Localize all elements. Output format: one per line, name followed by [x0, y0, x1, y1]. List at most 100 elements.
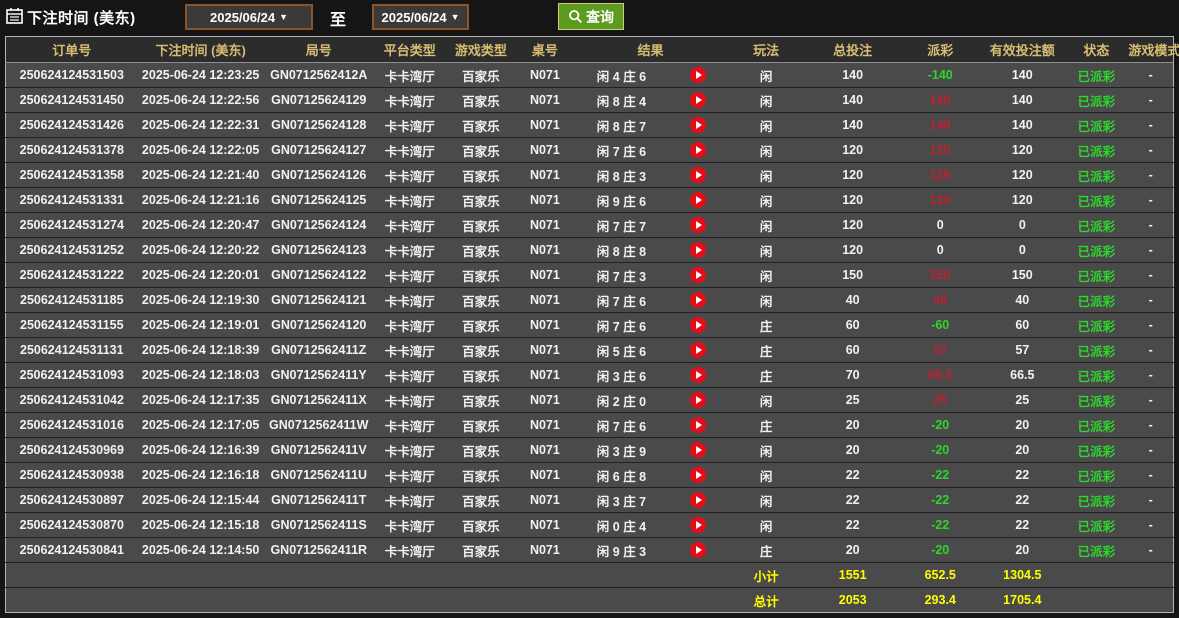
play-icon[interactable]: [690, 392, 707, 408]
game-type-cell: 百家乐: [445, 312, 516, 338]
bet-time-cell: 2025-06-24 12:15:44: [137, 487, 264, 513]
column-header-total_bet: 总投注: [805, 36, 901, 63]
game-type-cell: 百家乐: [445, 262, 516, 288]
grand-total-row-cell: [573, 587, 669, 613]
table-no-cell: N071: [515, 487, 574, 513]
search-button[interactable]: 查询: [558, 3, 624, 30]
play-icon[interactable]: [690, 367, 707, 383]
platform-cell: 卡卡湾厅: [373, 537, 446, 563]
subtotal-row-cell: [1064, 562, 1129, 588]
column-header-status: 状态: [1064, 36, 1129, 63]
play-icon[interactable]: [690, 67, 707, 83]
table-row: 250624124531450 2025-06-24 12:22:56 GN0712…: [5, 87, 1174, 113]
grand-total-row-cell: [445, 587, 516, 613]
date-to-select[interactable]: 2025/06/24 ▼: [372, 4, 469, 30]
table-no-cell: N071: [515, 137, 574, 163]
order-id-cell: 250624124531450: [5, 87, 138, 113]
search-button-label: 查询: [586, 8, 614, 25]
game-type-cell: 百家乐: [445, 537, 516, 563]
game-type-cell: 百家乐: [445, 137, 516, 163]
valid-bet-cell: 140: [980, 112, 1065, 138]
result-cell: 闲 3 庄 7: [573, 487, 669, 513]
payout-cell: 0: [900, 237, 981, 263]
row-action-cell: [669, 187, 728, 213]
table-no-cell: N071: [529, 68, 560, 82]
play-icon[interactable]: [690, 442, 707, 458]
grand-total-row-cell: [5, 587, 138, 613]
valid-bet-cell: 20: [980, 437, 1065, 463]
result-cell: 闲 7 庄 3: [573, 262, 669, 288]
play-icon[interactable]: [690, 317, 707, 333]
play-icon[interactable]: [690, 267, 707, 283]
total-bet-cell: 60: [805, 337, 901, 363]
play-cell: 闲: [727, 112, 806, 138]
game-type-cell: 百家乐: [445, 412, 516, 438]
round-id-cell: GN0712562411U: [263, 462, 374, 488]
play-icon[interactable]: [690, 142, 707, 158]
play-icon[interactable]: [690, 342, 707, 358]
table-no-cell: N071: [515, 237, 574, 263]
game-type-cell: 百家乐: [445, 512, 516, 538]
platform-cell: 卡卡湾厅: [373, 487, 446, 513]
play-icon[interactable]: [690, 192, 707, 208]
play-cell: 闲: [727, 462, 806, 488]
play-icon[interactable]: [690, 467, 707, 483]
valid-bet-cell: 0: [980, 237, 1065, 263]
game-type-cell: 百家乐: [445, 387, 516, 413]
valid-bet-cell: 120: [980, 137, 1065, 163]
result-cell: 闲 0 庄 4: [573, 512, 669, 538]
game-type-cell: 百家乐: [445, 287, 516, 313]
order-id-cell: 250624124531378: [5, 137, 138, 163]
order-id-cell: 250624124531358: [5, 162, 138, 188]
status-cell: 已派彩: [1064, 462, 1129, 488]
total-bet-cell: 22: [805, 512, 901, 538]
row-action-cell: [669, 162, 728, 188]
round-id-cell: GN07125624126: [263, 162, 374, 188]
play-icon[interactable]: [690, 217, 707, 233]
total-bet-cell: 140: [805, 112, 901, 138]
chevron-down-icon: ▼: [450, 11, 460, 22]
play-icon[interactable]: [690, 92, 707, 108]
table-row: 250624124531093 2025-06-24 12:18:03 GN0712…: [5, 362, 1174, 388]
column-header-game_mode: 游戏模式: [1128, 36, 1179, 63]
table-row: 250624124530938 2025-06-24 12:16:18 GN0712…: [5, 462, 1174, 488]
total-bet-cell: 40: [805, 287, 901, 313]
order-id-cell: 250624124531042: [5, 387, 138, 413]
play-cell: 庄: [727, 337, 806, 363]
row-action-cell: [669, 412, 728, 438]
valid-bet-cell: 20: [980, 412, 1065, 438]
date-from-select[interactable]: 2025/06/24 ▼: [185, 4, 313, 30]
valid-bet-cell: 60: [980, 312, 1065, 338]
bet-time-cell: 2025-06-24 12:22:31: [137, 112, 264, 138]
play-icon[interactable]: [690, 167, 707, 183]
payout-cell: -20: [900, 537, 981, 563]
grand-total-row-cell: [515, 587, 574, 613]
payout-cell: 140: [900, 112, 981, 138]
play-icon[interactable]: [690, 417, 707, 433]
play-cell: 庄: [727, 312, 806, 338]
bet-time-cell: 2025-06-24 12:21:40: [137, 162, 264, 188]
status-cell: 已派彩: [1064, 487, 1129, 513]
valid-bet-cell: 40: [980, 287, 1065, 313]
bet-time-cell: 2025-06-24 12:18:39: [137, 337, 264, 363]
play-icon[interactable]: [690, 292, 707, 308]
table-row: 250624124531155 2025-06-24 12:19:01 GN0712…: [5, 312, 1174, 338]
play-icon[interactable]: [690, 542, 707, 558]
table-row: 250624124531358 2025-06-24 12:21:40 GN0712…: [5, 162, 1174, 188]
platform-cell: 卡卡湾厅: [373, 387, 446, 413]
payout-cell: -20: [900, 437, 981, 463]
bet-time-cell: 2025-06-24 12:14:50: [137, 537, 264, 563]
result-cell: 闲 7 庄 6: [573, 312, 669, 338]
subtotal-row-cell: 小计: [727, 562, 806, 588]
play-icon[interactable]: [690, 517, 707, 533]
order-id-cell: 250624124531131: [5, 337, 138, 363]
play-icon[interactable]: [690, 242, 707, 258]
game-mode-cell: -: [1128, 137, 1174, 163]
row-action-cell: [669, 237, 728, 263]
play-icon[interactable]: [690, 492, 707, 508]
play-icon[interactable]: [690, 117, 707, 133]
round-id-cell: GN07125624127: [263, 137, 374, 163]
valid-bet-cell: 20: [980, 537, 1065, 563]
game-mode-cell: -: [1128, 462, 1174, 488]
game-mode-cell: -: [1128, 537, 1174, 563]
